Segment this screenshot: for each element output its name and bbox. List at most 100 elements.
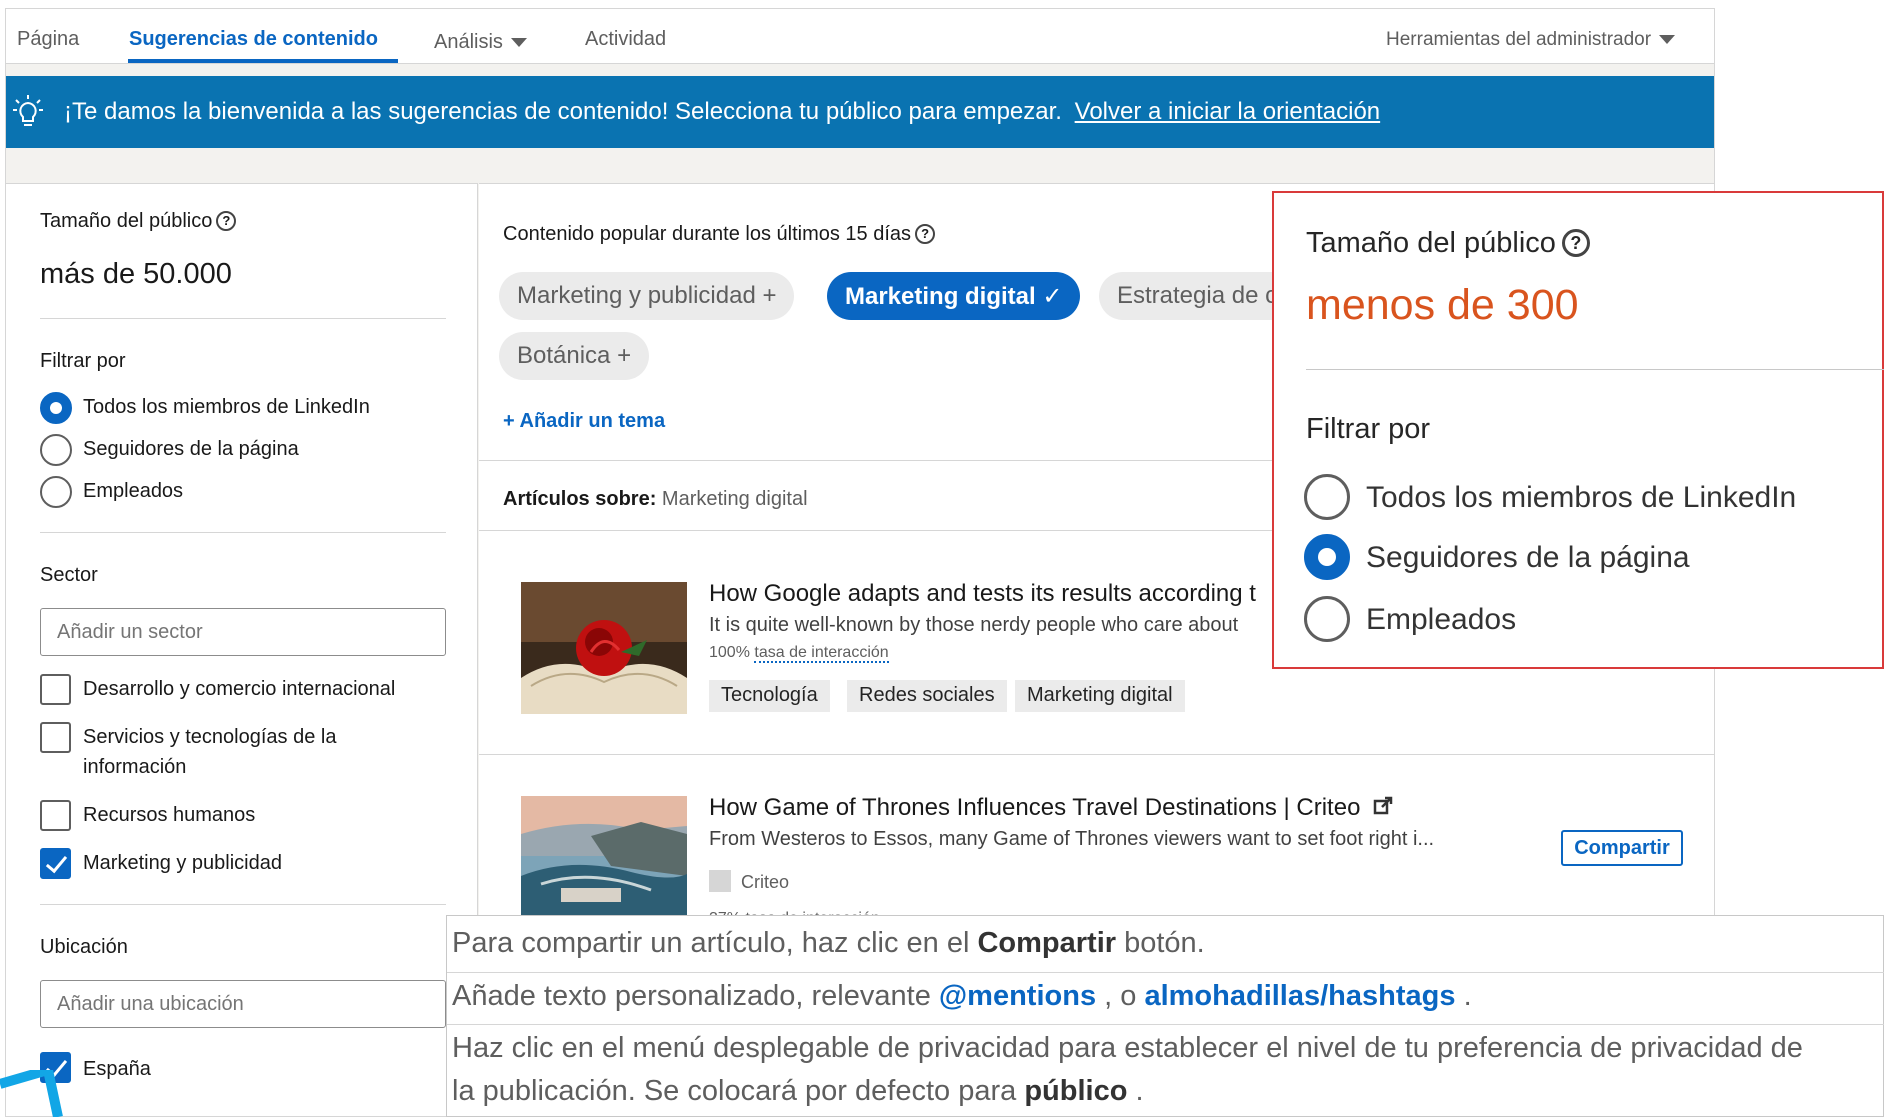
article-1-description: It is quite well-known by those nerdy pe… [709,614,1239,636]
tip-line-1: Para compartir un artículo, haz clic en … [452,927,1205,960]
topic-pill-marketing-publicidad[interactable]: Marketing y publicidad + [499,272,795,320]
share-button[interactable]: Compartir [1561,830,1683,866]
tab-actividad[interactable]: Actividad [585,28,666,51]
location-label: Ubicación [40,936,128,958]
article-2-title-text: How Game of Thrones Influences Travel De… [709,794,1361,821]
tip-line-2-start: Añade texto personalizado, relevante [452,980,931,1012]
topic-pill-estrategia[interactable]: Estrategia de c [1099,272,1296,320]
popular-content-title: Contenido popular durante los últimos 15… [503,223,936,246]
hashtags-link[interactable]: almohadillas/hashtags [1144,980,1455,1012]
callout-radio-page-followers-label: Seguidores de la página [1366,541,1690,574]
radio-employees-label: Empleados [83,480,184,502]
tip-line-2-end: . [1463,980,1472,1012]
sector-marketing-label: Marketing y publicidad [83,852,282,874]
sector-input[interactable]: Añadir un sector [40,608,446,656]
article-thumbnail-coast[interactable] [521,796,687,928]
divider [447,972,1884,973]
tip-line-4-start: la publicación. Se colocará por defecto … [452,1075,1017,1107]
audience-size-label-text: Tamaño del público [40,210,213,232]
article-2-source: Criteo [741,872,790,892]
lightbulb-icon [13,95,43,126]
filter-sidebar: Tamaño del público? más de 50.000 Filtra… [6,183,478,1116]
radio-all-members[interactable] [40,392,72,424]
radio-page-followers-label: Seguidores de la página [83,438,299,460]
source-logo-icon [709,870,731,892]
article-1-tag-tecnologia: Tecnología [709,680,830,712]
topic-pill-marketing-digital[interactable]: Marketing digital ✓ [827,272,1081,320]
tip-line-3: Haz clic en el menú desplegable de priva… [452,1032,1803,1064]
article-1-engagement-value: 100% [709,644,750,661]
sector-hr-label: Recursos humanos [83,804,256,826]
article-1-engagement: 100% tasa de interacción [709,644,889,663]
engagement-rate-tooltip-trigger[interactable]: tasa de interacción [754,644,889,663]
help-icon[interactable]: ? [1561,229,1590,257]
callout-radio-page-followers[interactable] [1304,534,1350,580]
radio-employees[interactable] [40,476,72,508]
tip-line-4-public: público [1024,1075,1128,1107]
corner-bracket-mark [0,1070,63,1117]
location-spain-label: España [83,1058,151,1080]
welcome-banner: ¡Te damos la bienvenida a las sugerencia… [6,76,1714,148]
sector-label: Sector [40,564,98,586]
article-thumbnail-rose[interactable] [521,582,687,714]
active-tab-indicator [128,59,398,63]
article-2-title[interactable]: How Game of Thrones Influences Travel De… [709,794,1393,822]
restart-onboarding-link[interactable]: Volver a iniciar la orientación [1075,98,1381,125]
tab-analisis-label: Análisis [434,31,503,53]
callout-radio-all-members-label: Todos los miembros de LinkedIn [1366,481,1797,514]
chevron-down-icon [1659,35,1676,45]
audience-size-label: Tamaño del público? [40,210,237,233]
tip-line-2-mid: , o [1104,980,1137,1012]
filter-by-label: Filtrar por [40,350,126,372]
article-1-title[interactable]: How Google adapts and tests its results … [709,580,1256,608]
mentions-link[interactable]: @mentions [939,980,1096,1012]
external-link-icon [1373,796,1393,815]
audience-callout-zoom: Tamaño del público? menos de 300 Filtrar… [1272,191,1884,669]
radio-all-members-label: Todos los miembros de LinkedIn [83,396,370,418]
radio-page-followers[interactable] [40,434,72,466]
tab-pagina[interactable]: Página [17,28,79,51]
divider [40,318,446,319]
banner-text: ¡Te damos la bienvenida a las sugerencia… [64,98,1062,125]
banner-message: ¡Te damos la bienvenida a las sugerencia… [64,98,1380,126]
article-1-tag-marketing-digital: Marketing digital [1015,680,1185,712]
article-1-tag-redes-sociales: Redes sociales [847,680,1007,712]
add-topic-button[interactable]: + Añadir un tema [503,410,665,433]
tip-line-4-end: . [1135,1075,1144,1107]
admin-tools-menu[interactable]: Herramientas del administrador [1386,29,1676,51]
divider [447,1024,1884,1025]
help-icon[interactable]: ? [915,224,936,244]
tab-sugerencias[interactable]: Sugerencias de contenido [129,28,378,51]
callout-audience-value: menos de 300 [1306,281,1579,329]
callout-radio-all-members[interactable] [1304,474,1350,520]
topic-pill-botanica[interactable]: Botánica + [499,332,650,380]
divider [40,532,446,533]
tab-analisis[interactable]: Análisis [434,31,527,54]
sector-it-label-line2: información [83,756,187,778]
articles-about-topic: Marketing digital [661,488,808,510]
tip-line-4: la publicación. Se colocará por defecto … [452,1075,1144,1108]
callout-radio-employees[interactable] [1304,596,1350,642]
divider [40,904,446,905]
checkbox-sector-marketing[interactable] [40,848,71,879]
tip-line-1-share: Compartir [977,927,1117,959]
callout-audience-label: Tamaño del público? [1306,227,1590,260]
sector-it-label-line1: Servicios y tecnologías de la [83,726,337,748]
divider [479,754,1714,755]
top-tab-bar: Página Sugerencias de contenido Análisis… [6,9,1714,64]
articles-about: Artículos sobre: Marketing digital [503,488,808,511]
checkbox-sector-intl-trade[interactable] [40,674,71,705]
checkbox-sector-it[interactable] [40,722,71,753]
help-icon[interactable]: ? [216,211,237,231]
location-input[interactable]: Añadir una ubicación [40,980,446,1028]
tip-line-1-end: botón. [1124,927,1205,959]
divider [1306,369,1884,370]
callout-audience-label-text: Tamaño del público [1306,227,1556,259]
checkbox-sector-hr[interactable] [40,800,71,831]
article-2-description: From Westeros to Essos, many Game of Thr… [709,828,1435,850]
tip-line-1-start: Para compartir un artículo, haz clic en … [452,927,970,959]
articles-about-label: Artículos sobre: [503,488,657,510]
chevron-down-icon [510,38,527,48]
audience-size-value: más de 50.000 [40,258,232,290]
callout-radio-employees-label: Empleados [1366,603,1517,636]
